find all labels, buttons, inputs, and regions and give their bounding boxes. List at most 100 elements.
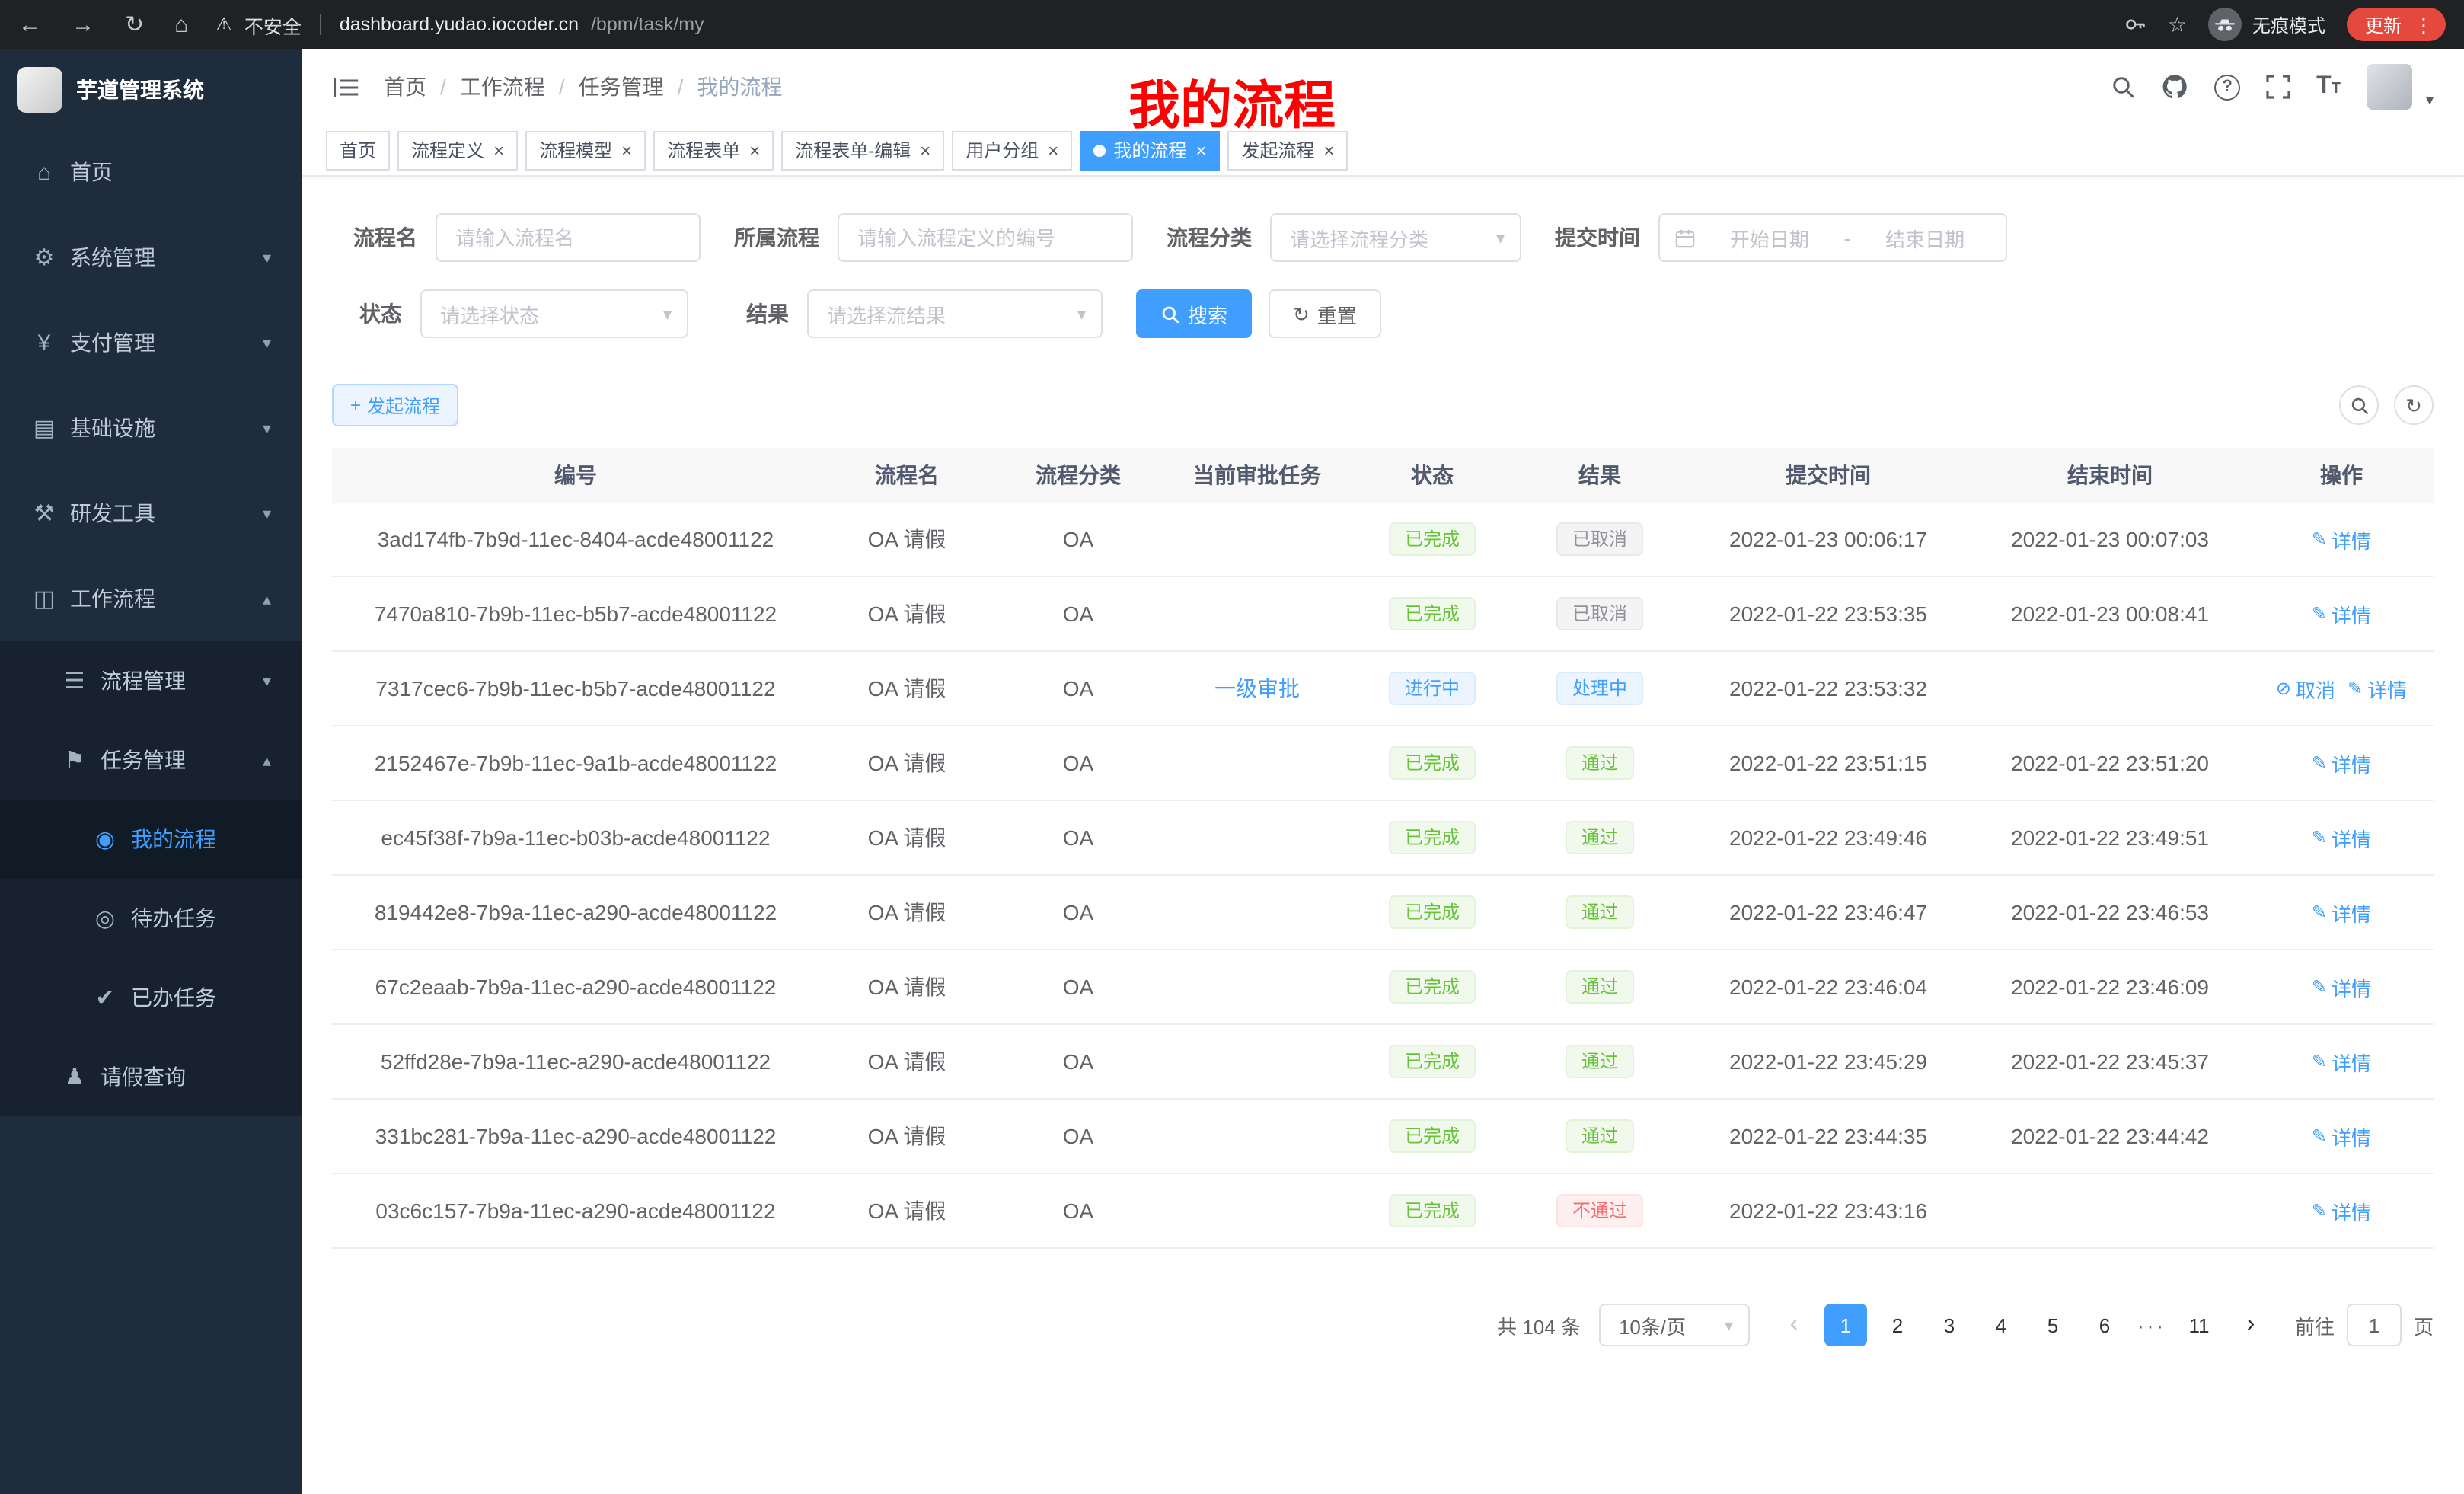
tab-process-form-edit[interactable]: 流程表单-编辑× [781,130,944,170]
search-button[interactable]: 搜索 [1136,289,1252,338]
browser-chrome: ← → ↻ ⌂ ⚠ 不安全 dashboard.yudao.iocoder.cn… [0,0,2464,49]
security-label[interactable]: 不安全 [244,10,302,39]
sidebar-item-done-task[interactable]: ✔已办任务 [0,958,302,1037]
page-button-1[interactable]: 1 [1824,1304,1867,1346]
caret-down-icon[interactable]: ▾ [2426,92,2434,109]
detail-link[interactable]: ✎详情 [2312,972,2371,1001]
sidebar-item-label: 已办任务 [131,982,216,1013]
page-size-select[interactable]: 10条/页 ▾ [1599,1304,1750,1346]
sidebar-item-label: 基础设施 [70,413,155,443]
tab-my-process[interactable]: 我的流程× [1080,130,1220,170]
sidebar-item-process-mgmt[interactable]: ☰流程管理▾ [0,641,302,720]
status-select[interactable]: 请选择状态 ▾ [420,289,688,338]
sidebar-item-devtools[interactable]: ⚒研发工具▾ [0,471,302,556]
refresh-button[interactable]: ↻ [2394,385,2434,425]
tab-process-definition[interactable]: 流程定义× [397,130,518,170]
process-mgmt-icon: ☰ [61,667,88,694]
category-select[interactable]: 请选择流程分类 ▾ [1270,213,1521,262]
back-icon[interactable]: ← [18,13,41,36]
page-button-11[interactable]: 11 [2178,1304,2220,1346]
leave-query-icon: ♟ [61,1063,88,1090]
detail-link[interactable]: ✎详情 [2312,599,2371,628]
detail-link[interactable]: ✎详情 [2312,1196,2371,1225]
github-icon[interactable] [2161,73,2188,101]
close-icon[interactable]: × [920,141,930,159]
result-badge: 通过 [1566,1119,1633,1153]
cell-current-task [1162,801,1352,874]
update-button[interactable]: 更新 ⋮ [2347,8,2446,41]
sidebar-item-task-mgmt[interactable]: ⚑任务管理▴ [0,720,302,800]
sidebar-item-todo-task[interactable]: ◎待办任务 [0,879,302,958]
breadcrumb-item[interactable]: 首页 [384,72,426,102]
cell-current-task [1162,726,1352,800]
result-select[interactable]: 请选择流结果 ▾ [807,289,1103,338]
sidebar-item-leave-query[interactable]: ♟请假查询 [0,1037,302,1116]
kebab-menu-icon[interactable]: ⋮ [2414,14,2434,34]
sidebar-item-workflow[interactable]: ◫工作流程▴ [0,556,302,641]
detail-link[interactable]: ✎详情 [2312,898,2371,927]
font-size-icon[interactable]: TT [2316,73,2341,101]
tab-process-form[interactable]: 流程表单× [653,130,774,170]
help-icon[interactable]: ? [2214,74,2240,100]
reload-icon[interactable]: ↻ [125,13,144,36]
process-def-input[interactable] [838,213,1133,262]
cancel-link[interactable]: ⊘取消 [2276,674,2335,703]
detail-link[interactable]: ✎详情 [2312,1122,2371,1151]
detail-link[interactable]: ✎详情 [2312,1047,2371,1076]
reset-button[interactable]: ↻ 重置 [1269,289,1381,338]
address-bar[interactable]: ⚠ 不安全 dashboard.yudao.iocoder.cn/bpm/tas… [215,10,704,39]
detail-link[interactable]: ✎详情 [2348,674,2407,703]
current-task-link[interactable]: 一级审批 [1214,673,1300,704]
goto-unit: 页 [2414,1310,2434,1339]
search-toggle-button[interactable] [2339,385,2379,425]
process-name-input[interactable] [436,213,701,262]
page-button-5[interactable]: 5 [2032,1304,2074,1346]
tab-start-process[interactable]: 发起流程× [1227,130,1348,170]
result-badge: 已取消 [1557,597,1642,630]
tab-home[interactable]: 首页 [326,130,390,170]
pager-more[interactable]: ··· [2130,1314,2173,1336]
cell-process-name: OA 请假 [819,726,994,800]
page-button-3[interactable]: 3 [1928,1304,1971,1346]
menu-fold-icon[interactable] [332,75,359,98]
close-icon[interactable]: × [621,141,632,159]
detail-link[interactable]: ✎详情 [2312,823,2371,852]
page-button-6[interactable]: 6 [2083,1304,2126,1346]
close-icon[interactable]: × [1323,141,1334,159]
forward-icon[interactable]: → [72,13,94,36]
breadcrumb-item[interactable]: 工作流程 [460,72,545,102]
close-icon[interactable]: × [1195,141,1206,159]
detail-link[interactable]: ✎详情 [2312,749,2371,777]
start-process-button[interactable]: + 发起流程 [332,384,458,426]
page-button-4[interactable]: 4 [1980,1304,2022,1346]
sidebar-item-payment-mgmt[interactable]: ¥支付管理▾ [0,300,302,385]
tab-user-group[interactable]: 用户分组× [952,130,1072,170]
goto-page-input[interactable] [2347,1304,2402,1346]
sidebar-item-home[interactable]: ⌂首页 [0,129,302,215]
sidebar-item-my-process[interactable]: ◉我的流程 [0,800,302,879]
search-icon[interactable] [2111,75,2135,99]
tab-process-model[interactable]: 流程模型× [525,130,646,170]
bookmark-star-icon[interactable]: ☆ [2168,14,2187,35]
close-icon[interactable]: × [1048,141,1058,159]
sidebar-item-system-mgmt[interactable]: ⚙系统管理▾ [0,215,302,300]
submit-time-range[interactable]: 开始日期 - 结束日期 [1658,213,2007,262]
submit-time-label: 提交时间 [1555,222,1658,253]
chevron-down-icon: ▾ [1496,228,1505,247]
browser-home-icon[interactable]: ⌂ [174,13,188,36]
date-end-placeholder[interactable]: 结束日期 [1859,223,1990,252]
next-page-button[interactable]: › [2229,1304,2272,1346]
cell-current-task [1162,950,1352,1023]
detail-link[interactable]: ✎详情 [2312,525,2371,554]
fullscreen-icon[interactable] [2266,75,2290,99]
status-badge: 已完成 [1390,522,1475,556]
key-icon[interactable] [2125,14,2146,35]
sidebar-item-infrastructure[interactable]: ▤基础设施▾ [0,385,302,471]
prev-page-button[interactable]: ‹ [1773,1304,1815,1346]
close-icon[interactable]: × [749,141,760,159]
page-button-2[interactable]: 2 [1876,1304,1919,1346]
avatar[interactable] [2367,64,2412,110]
breadcrumb-item[interactable]: 任务管理 [579,72,664,102]
close-icon[interactable]: × [493,141,504,159]
date-start-placeholder[interactable]: 开始日期 [1704,223,1835,252]
